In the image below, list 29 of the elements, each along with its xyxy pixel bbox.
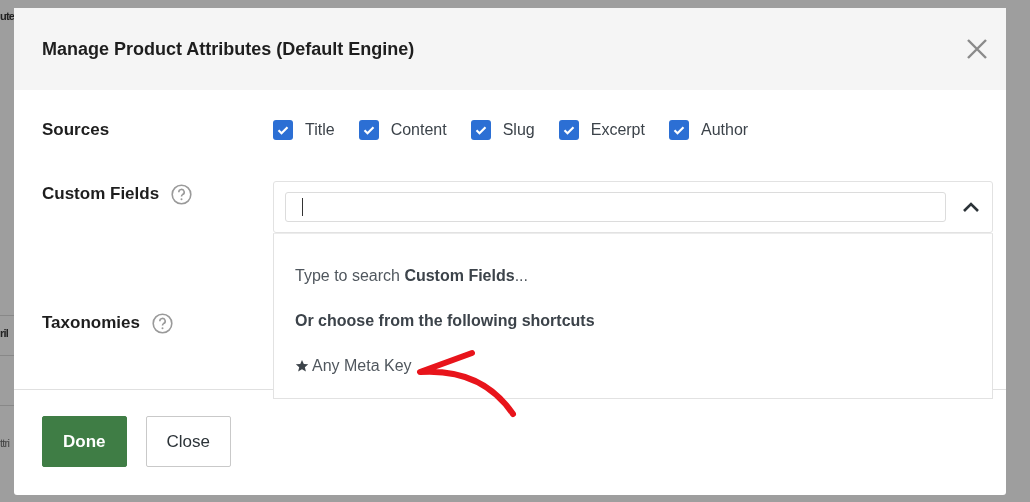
background-text: ril — [0, 327, 8, 339]
checkbox[interactable] — [273, 120, 293, 140]
checkbox-label: Excerpt — [590, 121, 645, 139]
help-icon[interactable] — [171, 183, 193, 205]
checkbox-label: Content — [390, 121, 447, 139]
field-label: Taxonomies — [42, 313, 140, 333]
chevron-up-icon[interactable] — [962, 201, 980, 213]
background-text: ute — [0, 10, 15, 22]
search-field[interactable] — [285, 192, 946, 222]
shortcuts-heading: Or choose from the following shortcuts — [295, 311, 596, 331]
shortcut-item[interactable]: Any Meta Key — [295, 356, 412, 376]
close-button[interactable]: Close — [145, 416, 231, 467]
text-cursor — [302, 198, 303, 216]
field-label: Custom Fields — [42, 184, 160, 204]
done-button[interactable]: Done — [42, 416, 127, 467]
dialog-title: Manage Product Attributes (Default Engine) — [42, 38, 415, 60]
background-text: ttri — [0, 437, 10, 449]
checkbox-label: Title — [305, 121, 335, 139]
star-icon — [295, 359, 309, 373]
close-icon[interactable] — [966, 38, 988, 60]
checkbox[interactable] — [558, 120, 579, 140]
checkbox-label: Author — [700, 121, 749, 139]
help-icon[interactable] — [151, 312, 173, 334]
field-label: Sources — [42, 120, 110, 140]
checkbox-label: Slug — [502, 121, 535, 139]
checkbox[interactable] — [470, 120, 491, 140]
checkbox[interactable] — [668, 120, 689, 140]
search-hint: Type to search Custom Fields... — [295, 266, 529, 286]
checkbox[interactable] — [358, 120, 379, 140]
